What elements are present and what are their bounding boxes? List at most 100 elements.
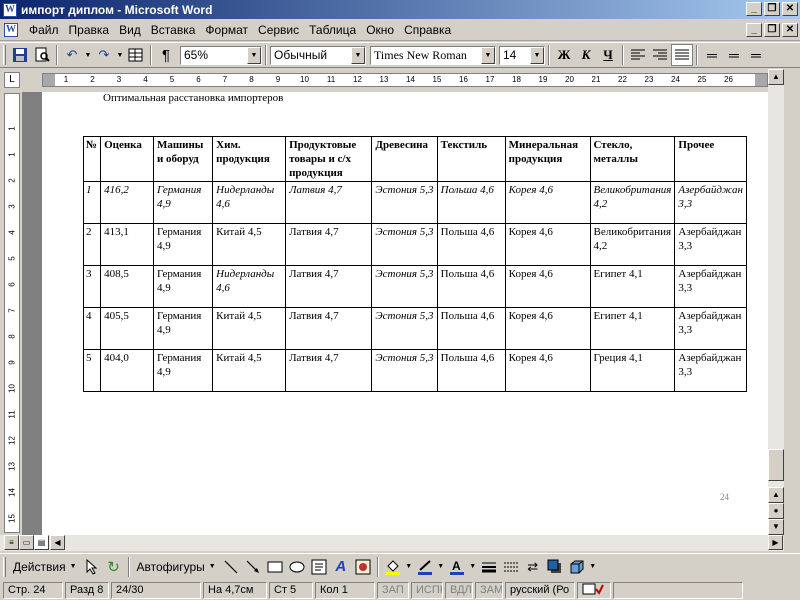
clipart-icon[interactable] — [352, 556, 374, 578]
undo-icon[interactable]: ↶ — [61, 44, 83, 66]
table-cell[interactable]: Польша 4,6 — [436, 307, 506, 350]
redo-dropdown[interactable]: ▼ — [115, 44, 125, 66]
status-language[interactable]: русский (Ро — [505, 581, 575, 599]
table-cell[interactable]: Латвия 4,7 — [285, 265, 373, 308]
table-icon[interactable] — [125, 44, 147, 66]
line-icon[interactable] — [220, 556, 242, 578]
horizontal-scrollbar[interactable]: ≡ ▭ ▤ ◀ ▶ — [0, 535, 784, 551]
table-cell[interactable]: Польша 4,6 — [436, 349, 506, 392]
fill-color-dropdown[interactable]: ▼ — [404, 556, 414, 578]
table-header-cell[interactable]: Оценка — [100, 136, 154, 182]
align-right-icon[interactable] — [649, 44, 671, 66]
web-view-icon[interactable]: ▭ — [19, 535, 34, 550]
table-cell[interactable]: 408,5 — [100, 265, 154, 308]
table-cell[interactable]: Германия 4,9 — [152, 307, 214, 350]
table-cell[interactable]: Корея 4,6 — [504, 349, 591, 392]
table-cell[interactable]: Азербайджан 3,3 — [674, 265, 747, 308]
status-record[interactable]: ЗАП — [377, 581, 409, 599]
dash-style-icon[interactable] — [500, 556, 522, 578]
table-cell[interactable]: Азербайджан 3,3 — [674, 307, 747, 350]
table-cell[interactable]: Египет 4,1 — [589, 307, 676, 350]
menu-tools[interactable]: Сервис — [253, 23, 304, 37]
minimize-icon[interactable]: _ — [746, 23, 762, 37]
chevron-down-icon[interactable]: ▼ — [481, 46, 495, 64]
textbox-icon[interactable] — [308, 556, 330, 578]
table-cell[interactable]: Эстония 5,3 — [371, 349, 438, 392]
actions-menu[interactable]: Действия ▼ — [9, 556, 81, 578]
line-style-icon[interactable] — [478, 556, 500, 578]
importers-table[interactable]: № Оценка Машины и оборуд Хим. продукция … — [82, 136, 747, 392]
table-header-cell[interactable]: Минеральная продукция — [504, 136, 591, 182]
table-cell[interactable]: 4 — [82, 307, 102, 350]
table-cell[interactable]: Нидерланды 4,6 — [212, 265, 287, 308]
font-select[interactable]: Times New Roman ▼ — [370, 45, 496, 65]
indent-icon[interactable]: ═ — [745, 44, 767, 66]
horizontal-ruler[interactable]: 1 2 3 4 5 6 7 8 9 10 11 12 13 14 15 16 17 18 19 20 21 22 23 24 2… — [42, 73, 768, 87]
table-cell[interactable]: 404,0 — [100, 349, 154, 392]
menu-format[interactable]: Формат — [200, 23, 253, 37]
arrow-icon[interactable] — [242, 556, 264, 578]
table-cell[interactable]: Эстония 5,3 — [371, 223, 438, 266]
table-cell[interactable]: Эстония 5,3 — [371, 181, 438, 224]
table-cell[interactable]: 5 — [82, 349, 102, 392]
table-cell[interactable]: Корея 4,6 — [504, 181, 591, 224]
table-cell[interactable]: 1 — [82, 181, 102, 224]
table-cell[interactable]: Германия 4,9 — [152, 265, 214, 308]
browse-object-icon[interactable]: ● — [768, 503, 784, 519]
scroll-up-icon[interactable]: ▲ — [768, 69, 784, 85]
table-header-cell[interactable]: № — [82, 136, 102, 182]
table-cell[interactable]: Азербайджан 3,3 — [674, 181, 747, 224]
font-color-dropdown[interactable]: ▼ — [468, 556, 478, 578]
toolbar-grip[interactable] — [3, 556, 6, 577]
table-cell[interactable]: 2 — [82, 223, 102, 266]
close-icon[interactable]: ✕ — [782, 2, 798, 16]
scroll-left-icon[interactable]: ◀ — [50, 535, 65, 550]
pilcrow-icon[interactable]: ¶ — [155, 44, 177, 66]
table-cell[interactable]: 3 — [82, 265, 102, 308]
table-cell[interactable]: Великобритания 4,2 — [589, 223, 676, 266]
3d-icon[interactable] — [566, 556, 588, 578]
line-color-dropdown[interactable]: ▼ — [436, 556, 446, 578]
oval-icon[interactable] — [286, 556, 308, 578]
scroll-up-icon[interactable]: ▲ — [768, 487, 784, 503]
menu-insert[interactable]: Вставка — [146, 23, 201, 37]
table-header-cell[interactable]: Машины и оборуд — [152, 136, 214, 182]
menu-view[interactable]: Вид — [114, 23, 146, 37]
table-cell[interactable]: Китай 4,5 — [212, 223, 287, 266]
bullets-icon[interactable]: ═ — [723, 44, 745, 66]
chevron-down-icon[interactable]: ▼ — [351, 46, 365, 64]
toolbar-grip[interactable] — [3, 45, 6, 65]
style-select[interactable]: Обычный ▼ — [270, 45, 366, 65]
table-cell[interactable]: Латвия 4,7 — [285, 223, 373, 266]
table-cell[interactable]: Германия 4,9 — [152, 181, 214, 224]
shadow-icon[interactable] — [544, 556, 566, 578]
3d-dropdown[interactable]: ▼ — [588, 556, 598, 578]
table-cell[interactable]: Германия 4,9 — [152, 349, 214, 392]
status-track-changes[interactable]: ИСПР — [411, 581, 443, 599]
table-header-cell[interactable]: Продуктовые товары и с/х продукция — [285, 136, 373, 182]
bold-button[interactable]: Ж — [553, 44, 575, 66]
print-view-icon[interactable]: ▤ — [34, 535, 49, 550]
vertical-ruler[interactable]: 112345678910111213141516 — [4, 93, 20, 533]
vertical-scrollbar[interactable]: ▲ ▲ ● ▼ — [768, 69, 784, 535]
status-extend[interactable]: ВДЛ — [445, 581, 473, 599]
table-cell[interactable]: 413,1 — [100, 223, 154, 266]
chevron-down-icon[interactable]: ▼ — [247, 46, 261, 64]
wordart-icon[interactable]: A — [330, 556, 352, 578]
restore-icon[interactable]: ❐ — [764, 2, 780, 16]
table-cell[interactable]: Польша 4,6 — [436, 223, 506, 266]
fill-color-icon[interactable] — [382, 556, 404, 578]
word-icon[interactable]: W — [4, 23, 18, 37]
menu-table[interactable]: Таблица — [304, 23, 361, 37]
table-cell[interactable]: Великобритания 4,2 — [589, 181, 676, 224]
print-preview-icon[interactable] — [31, 44, 53, 66]
word-icon[interactable]: W — [3, 2, 17, 17]
font-color-icon[interactable]: A — [446, 556, 468, 578]
rectangle-icon[interactable] — [264, 556, 286, 578]
scroll-down-icon[interactable]: ▼ — [768, 519, 784, 535]
rotate-icon[interactable]: ↻ — [103, 556, 125, 578]
save-icon[interactable] — [9, 44, 31, 66]
table-cell[interactable]: Китай 4,5 — [212, 307, 287, 350]
scroll-right-icon[interactable]: ▶ — [768, 535, 783, 550]
table-cell[interactable]: Египет 4,1 — [589, 265, 676, 308]
